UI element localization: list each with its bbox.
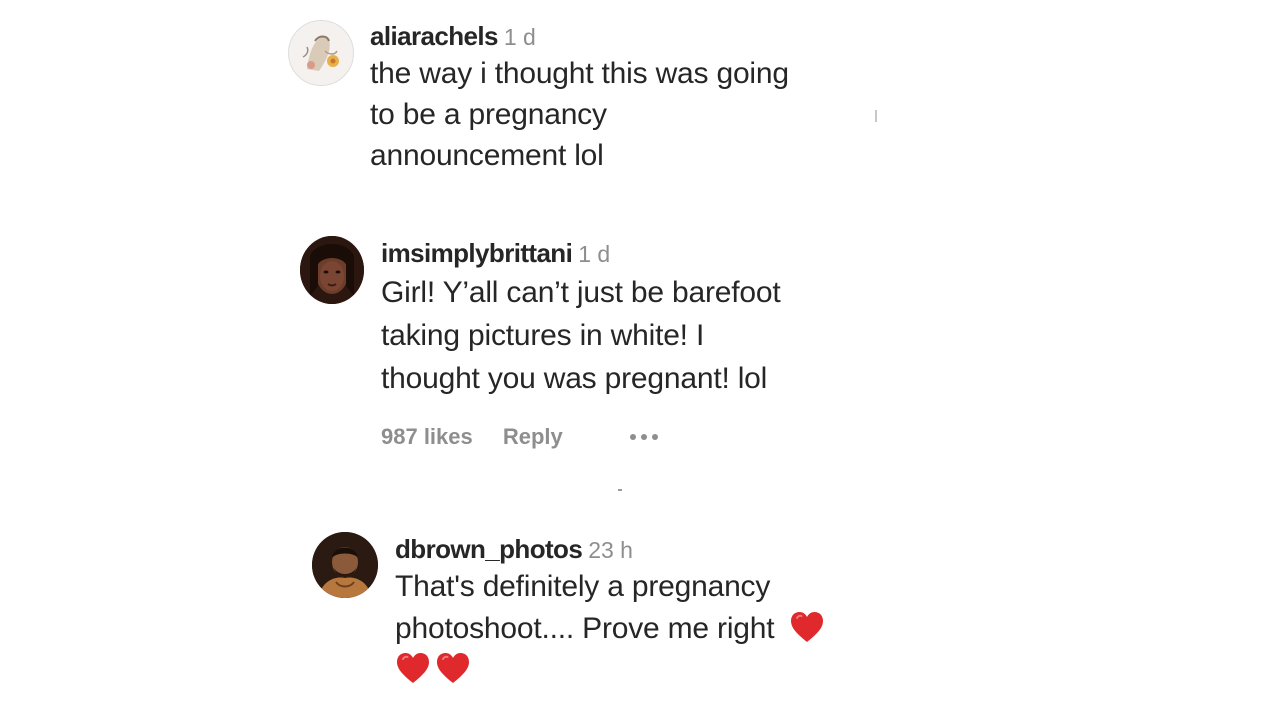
avatar-illustration-icon	[289, 21, 353, 85]
comment-text: photoshoot.... Prove me right	[395, 612, 775, 645]
divider-speck	[618, 489, 622, 491]
comment-text-line: That's definitely a pregnancy	[395, 570, 771, 603]
comment-text-line: thought you was pregnant! lol	[381, 362, 768, 395]
comment-actions: 987 likes Reply	[381, 423, 563, 451]
comment-text-line: announcement lol	[370, 139, 604, 172]
emoji-line	[395, 651, 471, 688]
likes-count[interactable]: 987 likes	[381, 423, 473, 451]
comment-header: aliarachels 1 d	[370, 20, 536, 53]
avatar-photo-icon	[300, 236, 364, 304]
red-heart-emoji-icon	[437, 653, 469, 683]
avatar[interactable]	[312, 532, 378, 598]
comment-text-line: Girl! Y’all can’t just be barefoot	[381, 276, 781, 309]
reply-button[interactable]: Reply	[503, 423, 563, 451]
avatar[interactable]	[288, 20, 354, 86]
username[interactable]: dbrown_photos	[395, 534, 583, 564]
comment-text-line: to be a pregnancy	[370, 98, 607, 131]
divider-speck	[875, 110, 877, 122]
comment-text-line: photoshoot.... Prove me right	[395, 610, 825, 647]
red-heart-emoji-icon	[397, 653, 429, 683]
comment-text-line: the way i thought this was going	[370, 57, 789, 90]
more-options-icon[interactable]	[630, 434, 658, 440]
comment-thread: aliarachels 1 d the way i thought this wa…	[0, 0, 1280, 720]
timestamp: 23 h	[588, 537, 633, 563]
username[interactable]: imsimplybrittani	[381, 238, 573, 268]
comment-text-line: taking pictures in white! I	[381, 319, 705, 352]
timestamp: 1 d	[578, 241, 611, 267]
username[interactable]: aliarachels	[370, 21, 498, 51]
avatar[interactable]	[300, 236, 364, 304]
red-heart-emoji-icon	[790, 612, 823, 642]
comment-header: imsimplybrittani 1 d	[381, 237, 610, 270]
comment-header: dbrown_photos 23 h	[395, 533, 633, 566]
timestamp: 1 d	[503, 24, 536, 50]
avatar-photo-icon	[312, 532, 378, 598]
